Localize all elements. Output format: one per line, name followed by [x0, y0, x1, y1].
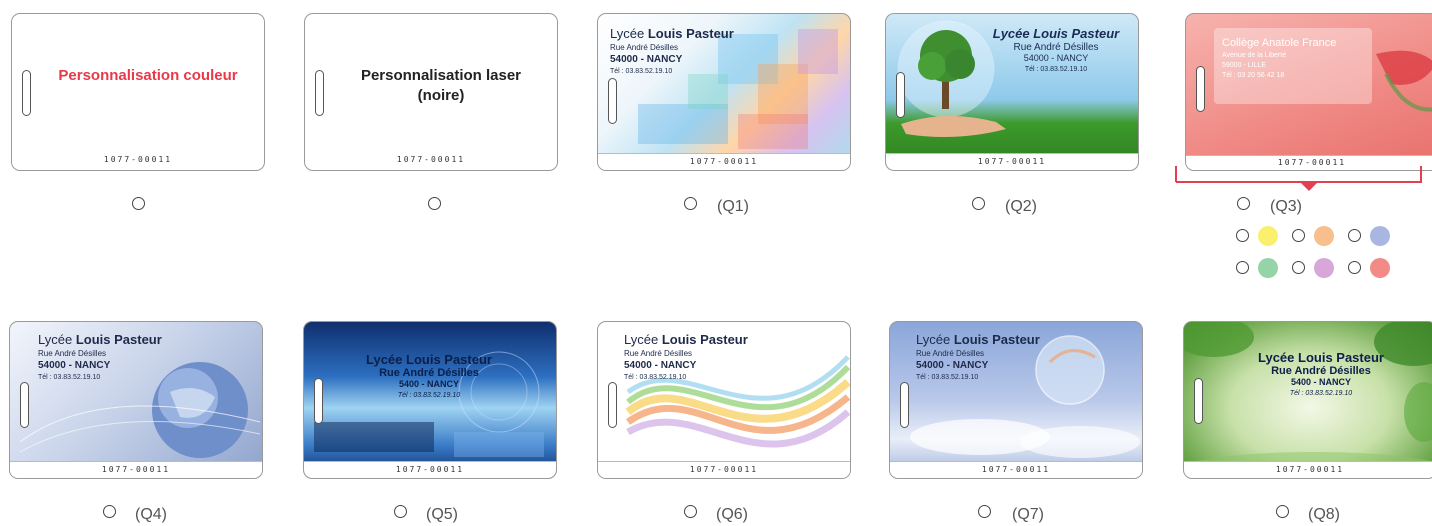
selection-bracket — [1176, 181, 1422, 183]
swatch-purple[interactable] — [1314, 258, 1334, 278]
card-model-q2: Lycée Louis Pasteur Rue André Désilles 5… — [885, 13, 1139, 171]
swatch-red[interactable] — [1370, 258, 1390, 278]
radio-model-q2[interactable] — [972, 197, 985, 210]
card-slot — [1194, 378, 1203, 424]
selection-arrow — [1300, 182, 1318, 191]
radio-color-red[interactable] — [1348, 261, 1361, 274]
swatch-yellow[interactable] — [1258, 226, 1278, 246]
radio-personnalisation-laser[interactable] — [428, 197, 441, 210]
card-text: Collège Anatole France Avenue de la Libe… — [1222, 37, 1337, 79]
card-model-q3: Collège Anatole France Avenue de la Libe… — [1185, 13, 1432, 171]
radio-personnalisation-couleur[interactable] — [132, 197, 145, 210]
card-model-q6: Lycée Louis Pasteur Rue André Désilles 5… — [597, 321, 851, 479]
card-title: Personnalisation laser (noire) — [360, 67, 522, 104]
card-slot — [896, 72, 905, 118]
card-model-q7: Lycée Louis Pasteur Rue André Désilles 5… — [889, 321, 1143, 479]
selection-bracket-left — [1175, 166, 1177, 182]
card-background-art — [1184, 322, 1432, 478]
radio-model-q3[interactable] — [1237, 197, 1250, 210]
card-slot — [20, 382, 29, 428]
card-slot — [315, 70, 324, 116]
card-personnalisation-couleur: Personnalisation couleur 1077-00011 — [11, 13, 265, 171]
model-label-q4: (Q4) — [135, 506, 167, 523]
card-model-q5: Lycée Louis Pasteur Rue André Désilles 5… — [303, 321, 557, 479]
card-slot — [1196, 66, 1205, 112]
card-number: 1077-00011 — [598, 153, 850, 170]
card-number: 1077-00011 — [396, 155, 466, 164]
model-label-q6: (Q6) — [716, 506, 748, 523]
radio-color-purple[interactable] — [1292, 261, 1305, 274]
model-label-q1: (Q1) — [717, 198, 749, 215]
card-number: 1077-00011 — [10, 461, 262, 478]
card-slot — [314, 378, 323, 424]
radio-color-green[interactable] — [1236, 261, 1249, 274]
radio-model-q8[interactable] — [1276, 505, 1289, 518]
card-number: 1077-00011 — [890, 461, 1142, 478]
radio-color-blue[interactable] — [1348, 229, 1361, 242]
card-text: Lycée Louis Pasteur Rue André Désilles 5… — [38, 332, 162, 381]
radio-color-yellow[interactable] — [1236, 229, 1249, 242]
card-title: Personnalisation couleur — [58, 67, 238, 84]
card-text: Lycée Louis Pasteur Rue André Désilles 5… — [610, 26, 734, 75]
card-model-q4: Lycée Louis Pasteur Rue André Désilles 5… — [9, 321, 263, 479]
card-text: Lycée Louis Pasteur Rue André Désilles 5… — [992, 26, 1120, 73]
card-slot — [608, 382, 617, 428]
card-number: 1077-00011 — [304, 461, 556, 478]
model-label-q5: (Q5) — [426, 506, 458, 523]
radio-color-orange[interactable] — [1292, 229, 1305, 242]
card-text: Lycée Louis Pasteur Rue André Désilles 5… — [624, 332, 748, 381]
card-model-q8: Lycée Louis Pasteur Rue André Désilles 5… — [1183, 321, 1432, 479]
swatch-green[interactable] — [1258, 258, 1278, 278]
card-slot — [900, 382, 909, 428]
card-slot — [608, 78, 617, 124]
selection-bracket-right — [1420, 166, 1422, 182]
card-text: Lycée Louis Pasteur Rue André Désilles 5… — [366, 352, 492, 399]
card-personnalisation-laser: Personnalisation laser (noire) 1077-0001… — [304, 13, 558, 171]
swatch-orange[interactable] — [1314, 226, 1334, 246]
radio-model-q6[interactable] — [684, 505, 697, 518]
model-label-q2: (Q2) — [1005, 198, 1037, 215]
card-number: 1077-00011 — [1184, 461, 1432, 478]
radio-model-q4[interactable] — [103, 505, 116, 518]
card-text: Lycée Louis Pasteur Rue André Désilles 5… — [1258, 350, 1384, 397]
radio-model-q5[interactable] — [394, 505, 407, 518]
card-text: Lycée Louis Pasteur Rue André Désilles 5… — [916, 332, 1040, 381]
swatch-blue[interactable] — [1370, 226, 1390, 246]
radio-model-q1[interactable] — [684, 197, 697, 210]
card-slot — [22, 70, 31, 116]
card-number: 1077-00011 — [103, 155, 173, 164]
card-number: 1077-00011 — [886, 153, 1138, 170]
model-label-q7: (Q7) — [1012, 506, 1044, 523]
card-model-q1: Lycée Louis Pasteur Rue André Désilles 5… — [597, 13, 851, 171]
card-number: 1077-00011 — [1186, 155, 1432, 170]
model-label-q8: (Q8) — [1308, 506, 1340, 523]
model-label-q3: (Q3) — [1270, 198, 1302, 215]
card-number: 1077-00011 — [598, 461, 850, 478]
radio-model-q7[interactable] — [978, 505, 991, 518]
